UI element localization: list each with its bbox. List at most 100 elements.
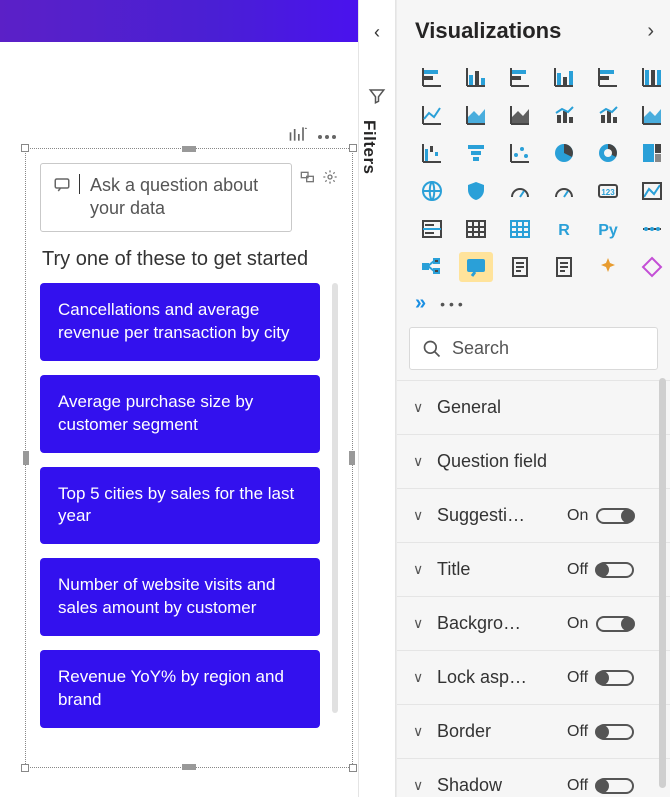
viz-type-r-visual[interactable]: R [547, 214, 581, 244]
svg-text:Py: Py [598, 222, 618, 239]
convert-visual-icon[interactable] [300, 169, 316, 190]
viz-type-stacked-column[interactable] [459, 62, 493, 92]
chevron-down-icon: ∨ [413, 669, 427, 686]
viz-type-clustered-column[interactable] [547, 62, 581, 92]
viz-type-card[interactable]: 123 [591, 176, 625, 206]
qna-suggestion[interactable]: Average purchase size by customer segmen… [40, 375, 320, 453]
viz-type-stacked-bar[interactable] [415, 62, 449, 92]
property-label: Shadow [437, 775, 557, 796]
qna-visual[interactable]: Ask a question about your data [25, 148, 353, 768]
viz-type-line[interactable] [415, 100, 449, 130]
toggle-switch[interactable] [596, 508, 634, 524]
viz-type-narrative[interactable] [503, 252, 537, 282]
property-title[interactable]: ∨TitleOff [397, 542, 670, 596]
viz-type-paginated[interactable] [547, 252, 581, 282]
qna-placeholder: Ask a question about your data [90, 174, 279, 221]
gear-icon[interactable] [322, 169, 338, 190]
property-backgro[interactable]: ∨Backgro…On [397, 596, 670, 650]
chevron-down-icon: ∨ [413, 507, 427, 524]
property-general[interactable]: ∨General [397, 380, 670, 434]
property-toggle[interactable]: Off [567, 669, 634, 687]
property-suggesti[interactable]: ∨ Suggesti… On [397, 488, 670, 542]
toggle-switch[interactable] [596, 724, 634, 740]
chat-icon [53, 176, 71, 199]
visual-type-grid: 123 R Py [397, 62, 670, 292]
toggle-state: Off [567, 669, 588, 687]
toggle-state: On [567, 507, 588, 525]
viz-type-line-stacked-column[interactable] [547, 100, 581, 130]
property-label: Lock asp… [437, 667, 557, 688]
toggle-state: Off [567, 723, 588, 741]
chevron-down-icon: ∨ [413, 723, 427, 740]
viz-type-kpi[interactable] [635, 176, 669, 206]
qna-scrollbar[interactable] [332, 283, 338, 713]
viz-type-area[interactable] [459, 100, 493, 130]
bar-preview-icon[interactable] [288, 124, 308, 149]
property-lockasp[interactable]: ∨ Lock asp… Off [397, 650, 670, 704]
toggle-switch[interactable] [596, 616, 634, 632]
viz-type-shape-map[interactable] [503, 176, 537, 206]
properties-scrollbar[interactable] [659, 378, 666, 788]
viz-type-stacked-area[interactable] [503, 100, 537, 130]
more-visuals-icon[interactable]: ••• [440, 296, 467, 312]
format-properties: ∨General∨Question field∨Suggesti…On∨Titl… [397, 380, 670, 797]
viz-type-key-influencers[interactable] [635, 214, 669, 244]
viz-type-table[interactable] [459, 214, 493, 244]
page-banner [0, 0, 358, 42]
qna-suggestion[interactable]: Revenue YoY% by region and brand [40, 650, 320, 728]
property-toggle[interactable]: On [567, 507, 634, 525]
filters-pane-collapsed[interactable]: ‹ Filters [358, 0, 396, 797]
search-placeholder: Search [452, 338, 509, 359]
viz-type-gauge[interactable] [547, 176, 581, 206]
viz-type-line-clustered-column[interactable] [591, 100, 625, 130]
toggle-switch[interactable] [596, 778, 634, 794]
toggle-switch[interactable] [596, 670, 634, 686]
viz-type-100-stacked-column[interactable] [635, 62, 669, 92]
toggle-switch[interactable] [596, 562, 634, 578]
property-toggle[interactable]: Off [567, 777, 634, 795]
qna-suggestion-heading: Try one of these to get started [42, 248, 336, 271]
viz-type-donut[interactable] [591, 138, 625, 168]
svg-text:R: R [558, 222, 570, 239]
viz-type-matrix[interactable] [503, 214, 537, 244]
property-border[interactable]: ∨BorderOff [397, 704, 670, 758]
viz-type-decomposition-tree[interactable] [415, 252, 449, 282]
viz-type-power-apps[interactable] [591, 252, 625, 282]
property-toggle[interactable]: Off [567, 561, 634, 579]
qna-suggestion[interactable]: Cancellations and average revenue per tr… [40, 283, 320, 361]
qna-question-input[interactable]: Ask a question about your data [40, 163, 292, 232]
svg-text:123: 123 [601, 188, 615, 197]
viz-type-100-stacked-bar[interactable] [591, 62, 625, 92]
viz-type-treemap[interactable] [635, 138, 669, 168]
property-toggle[interactable]: On [567, 615, 634, 633]
viz-type-scatter[interactable] [503, 138, 537, 168]
viz-type-filled-map[interactable] [459, 176, 493, 206]
viz-type-multi-row-card[interactable] [415, 214, 449, 244]
get-more-visuals-icon[interactable]: » [415, 292, 426, 315]
report-canvas: Ask a question about your data [0, 0, 358, 797]
property-label: Question field [437, 451, 557, 472]
qna-suggestion[interactable]: Number of website visits and sales amoun… [40, 558, 320, 636]
viz-type-map[interactable] [415, 176, 449, 206]
more-options-icon[interactable] [318, 124, 336, 149]
property-toggle[interactable]: Off [567, 723, 634, 741]
viz-type-power-automate[interactable] [635, 252, 669, 282]
collapse-visualizations-icon[interactable]: › [647, 20, 654, 43]
expand-filters-icon[interactable]: ‹ [359, 22, 395, 43]
property-questionfield[interactable]: ∨Question field [397, 434, 670, 488]
search-input[interactable]: Search [409, 327, 658, 370]
property-label: General [437, 397, 557, 418]
viz-type-waterfall[interactable] [415, 138, 449, 168]
viz-type-ribbon[interactable] [635, 100, 669, 130]
viz-type-qna[interactable] [459, 252, 493, 282]
viz-type-funnel[interactable] [459, 138, 493, 168]
property-label: Title [437, 559, 557, 580]
filters-label: Filters [359, 120, 379, 175]
viz-type-clustered-bar[interactable] [503, 62, 537, 92]
property-label: Suggesti… [437, 505, 557, 526]
property-shadow[interactable]: ∨ShadowOff [397, 758, 670, 797]
viz-type-py-visual[interactable]: Py [591, 214, 625, 244]
toggle-state: Off [567, 561, 588, 579]
qna-suggestion[interactable]: Top 5 cities by sales for the last year [40, 467, 320, 545]
viz-type-pie[interactable] [547, 138, 581, 168]
